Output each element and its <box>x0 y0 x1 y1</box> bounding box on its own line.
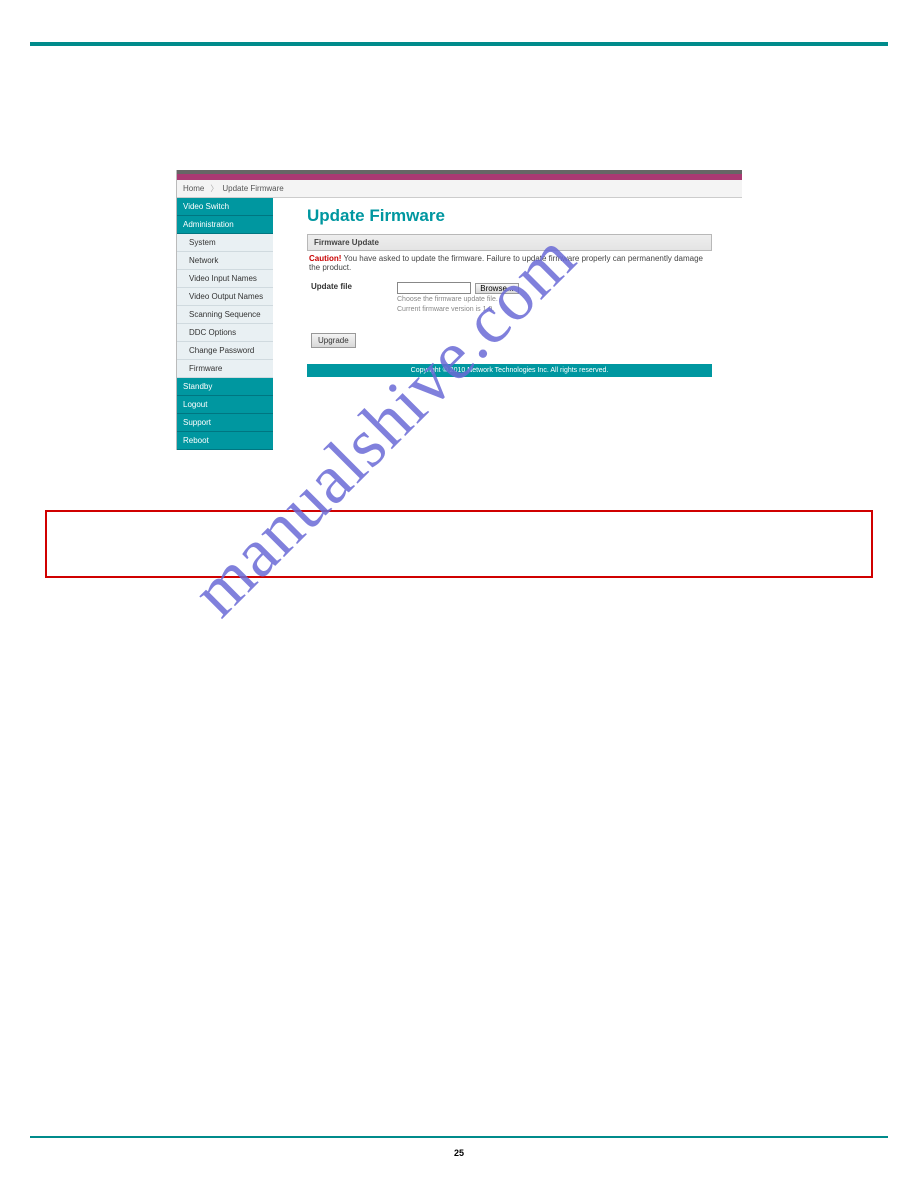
sidebar-item-scanning-sequence[interactable]: Scanning Sequence <box>177 306 273 324</box>
file-input[interactable] <box>397 282 471 294</box>
sidebar-item-network[interactable]: Network <box>177 252 273 270</box>
hint-line-2: Current firmware version is 1.0. <box>397 306 519 314</box>
caution-body: You have asked to update the firmware. F… <box>309 254 703 272</box>
panel-title: Firmware Update <box>307 234 712 251</box>
screenshot-panel: Home 〉 Update Firmware Video Switch Admi… <box>176 170 742 450</box>
sidebar-header-administration[interactable]: Administration <box>177 216 273 234</box>
hint-line-1: Choose the firmware update file. <box>397 296 519 304</box>
breadcrumb-current: Update Firmware <box>222 184 283 193</box>
page-heading: Update Firmware <box>307 206 712 226</box>
field-label: Update file <box>311 282 397 313</box>
body-paragraph-3: To update the firmware, browse to the lo… <box>45 480 873 493</box>
section-heading-logout: Log Out <box>45 650 87 662</box>
sidebar-header-support[interactable]: Support <box>177 414 273 432</box>
caution-text: Caution! You have asked to update the fi… <box>307 251 712 280</box>
section-text-logout: To quickly log the web interface with th… <box>45 666 873 692</box>
copyright-footer: Copyright © 2010 Network Technologies In… <box>307 364 712 377</box>
breadcrumb: Home 〉 Update Firmware <box>177 180 742 198</box>
section-text-standby: From the menu the user can quickly place… <box>45 626 873 652</box>
body-paragraph-2: ). To view the Update Firmware page, sel… <box>45 118 873 144</box>
footer-divider <box>30 1136 888 1138</box>
sidebar-item-system[interactable]: System <box>177 234 273 252</box>
sidebar-item-firmware[interactable]: Firmware <box>177 360 273 378</box>
sidebar-header-standby[interactable]: Standby <box>177 378 273 396</box>
header-title: NTI VEEMUX HDMI Video Matrix Switch <box>0 18 918 30</box>
sidebar-item-video-input-names[interactable]: Video Input Names <box>177 270 273 288</box>
sidebar-item-change-password[interactable]: Change Password <box>177 342 273 360</box>
sidebar-header-video-switch[interactable]: Video Switch <box>177 198 273 216</box>
section-heading-standby: Standby Mode <box>45 610 120 622</box>
window-topbar <box>177 170 742 180</box>
breadcrumb-home[interactable]: Home <box>183 184 204 193</box>
chevron-right-icon: 〉 <box>210 183 218 194</box>
header-divider <box>30 42 888 46</box>
note-label: Note: <box>61 522 92 534</box>
section-heading-support: Support <box>45 690 87 702</box>
sidebar-item-ddc-options[interactable]: DDC Options <box>177 324 273 342</box>
form-row-update-file: Update file Browse... Choose the firmwar… <box>307 280 712 315</box>
sidebar: Video Switch Administration System Netwo… <box>177 198 273 450</box>
section-text-support: The Support section of the menu includes… <box>45 706 873 719</box>
browse-button[interactable]: Browse... <box>475 283 518 294</box>
upgrade-button[interactable]: Upgrade <box>311 333 356 348</box>
main-content: Update Firmware Firmware Update Caution!… <box>273 198 742 450</box>
sidebar-header-logout[interactable]: Logout <box>177 396 273 414</box>
page-number: 25 <box>0 1148 918 1158</box>
caution-label: Caution! <box>309 254 341 263</box>
figure-caption: Figure 22- Update Firmware page <box>0 443 918 454</box>
note-body: This will take only a moment, and then t… <box>61 522 841 546</box>
sidebar-item-video-output-names[interactable]: Video Output Names <box>177 288 273 306</box>
note-box: Note: This will take only a moment, and … <box>45 510 873 578</box>
